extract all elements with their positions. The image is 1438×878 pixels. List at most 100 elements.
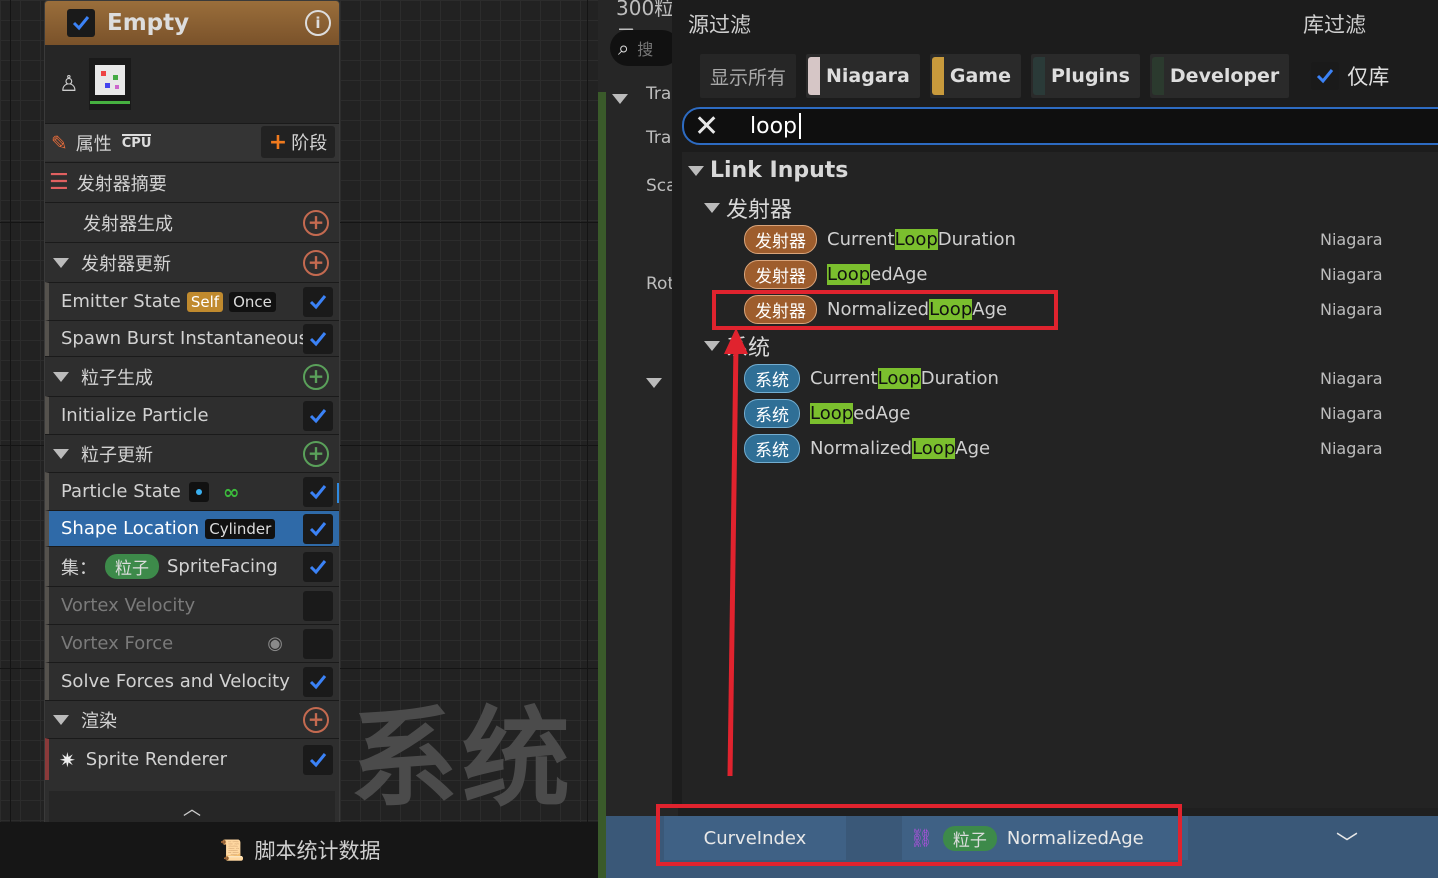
module-label: Particle State bbox=[61, 481, 181, 502]
show-all-button[interactable]: 显示所有 bbox=[700, 54, 797, 98]
result-item[interactable]: 系统 NormalizedLoopAge Niagara bbox=[682, 431, 1438, 465]
emitter-thumbnail[interactable] bbox=[88, 58, 131, 110]
result-source: Niagara bbox=[1320, 299, 1383, 319]
particle-chip: 粒子 bbox=[105, 554, 159, 579]
module-enabled-checkbox[interactable] bbox=[303, 744, 333, 775]
module-enabled-checkbox[interactable] bbox=[303, 513, 333, 544]
collapse-arrow-icon[interactable] bbox=[53, 448, 69, 459]
particle-spawn-label: 粒子生成 bbox=[81, 367, 153, 389]
result-item[interactable]: 发射器 LoopedAge Niagara bbox=[682, 257, 1438, 291]
color-swatch bbox=[1151, 57, 1164, 95]
module-initialize-particle[interactable]: Initialize Particle bbox=[45, 396, 339, 434]
rot-label: Rot bbox=[646, 274, 675, 294]
collapse-arrow-icon[interactable] bbox=[612, 94, 628, 104]
module-enabled-checkbox[interactable] bbox=[303, 286, 333, 317]
set-prefix: 集： bbox=[61, 557, 97, 579]
filter-niagara[interactable]: Niagara bbox=[806, 54, 920, 98]
module-label: Vortex Velocity bbox=[61, 595, 196, 616]
result-source: Niagara bbox=[1320, 368, 1383, 388]
particle-update-row[interactable]: 粒子更新 + bbox=[45, 434, 339, 472]
emitter-spawn-row[interactable]: 发射器生成 + bbox=[45, 202, 339, 242]
eye-icon[interactable]: ◉ bbox=[267, 633, 283, 654]
check-icon bbox=[309, 752, 327, 767]
add-module-button[interactable]: + bbox=[303, 209, 329, 236]
search-hint: 搜 bbox=[637, 40, 654, 59]
namespace-chip: 发射器 bbox=[744, 259, 817, 289]
module-vortex-velocity[interactable]: Vortex Velocity bbox=[45, 586, 339, 624]
add-module-button[interactable]: + bbox=[303, 249, 329, 276]
check-icon bbox=[309, 484, 327, 499]
result-name: LoopedAge bbox=[827, 263, 928, 285]
script-stats-bar[interactable]: 📜 脚本统计数据 bbox=[0, 822, 600, 878]
emitter-summary-row[interactable]: ☰ 发射器摘要 bbox=[45, 162, 339, 202]
person-icon: ♙ bbox=[59, 71, 79, 97]
filter-developer[interactable]: Developer bbox=[1149, 54, 1290, 98]
collapse-arrow-icon bbox=[704, 203, 720, 213]
properties-row[interactable]: ✎ 属性 CPU + 阶段 bbox=[45, 123, 339, 161]
add-renderer-button[interactable]: + bbox=[303, 706, 329, 733]
add-module-button[interactable]: + bbox=[303, 440, 329, 467]
emitter-update-row[interactable]: 发射器更新 + bbox=[45, 242, 339, 282]
result-name: CurrentLoopDuration bbox=[827, 228, 1016, 250]
collapse-arrow-icon[interactable] bbox=[646, 378, 662, 388]
emitter-node[interactable]: Empty i ♙ ✎ 属性 CPU + 阶段 ☰ 发射器摘要 发射器生成 + … bbox=[44, 0, 340, 830]
library-only-checkbox[interactable] bbox=[1311, 62, 1340, 90]
results-list[interactable]: Link Inputs 发射器 发射器 CurrentLoopDuration … bbox=[682, 152, 1438, 808]
collapse-node-button[interactable]: ︿ bbox=[49, 791, 335, 825]
clear-search-icon[interactable]: ✕ bbox=[694, 109, 724, 144]
module-spawn-burst[interactable]: Spawn Burst Instantaneous bbox=[45, 320, 339, 356]
category-link-inputs[interactable]: Link Inputs bbox=[688, 158, 848, 183]
parameter-picker-popup[interactable]: 源过滤 库过滤 显示所有 Niagara Game Plugins Develo… bbox=[672, 0, 1438, 808]
check-icon bbox=[72, 16, 90, 31]
result-item[interactable]: 系统 LoopedAge Niagara bbox=[682, 396, 1438, 430]
module-solve-forces[interactable]: Solve Forces and Velocity bbox=[45, 662, 339, 700]
module-emitter-state[interactable]: Emitter State Self Once bbox=[45, 282, 339, 320]
search-input[interactable]: ✕ loop bbox=[682, 107, 1438, 145]
chevron-down-icon[interactable]: ﹀ bbox=[1336, 826, 1358, 858]
list-icon: ☰ bbox=[49, 170, 69, 195]
module-enabled-checkbox[interactable] bbox=[303, 628, 333, 659]
self-tag: Self bbox=[186, 291, 224, 312]
module-set-sprite-facing[interactable]: 集： 粒子 SpriteFacing bbox=[45, 546, 339, 586]
module-enabled-checkbox[interactable] bbox=[303, 400, 333, 431]
result-item[interactable]: 发射器 CurrentLoopDuration Niagara bbox=[682, 222, 1438, 256]
check-icon bbox=[309, 559, 327, 574]
particle-spawn-row[interactable]: 粒子生成 + bbox=[45, 356, 339, 396]
library-only-toggle[interactable]: 仅库 bbox=[1311, 61, 1389, 91]
collapse-arrow-icon[interactable] bbox=[53, 371, 69, 382]
add-stage-button[interactable]: + 阶段 bbox=[261, 126, 335, 158]
module-enabled-checkbox[interactable] bbox=[303, 590, 333, 621]
module-enabled-checkbox[interactable] bbox=[303, 666, 333, 697]
filter-game[interactable]: Game bbox=[929, 54, 1021, 98]
result-source: Niagara bbox=[1320, 264, 1383, 284]
category-emitter[interactable]: 发射器 bbox=[704, 192, 792, 224]
collapse-arrow-icon[interactable] bbox=[53, 714, 69, 725]
collapse-arrow-icon[interactable] bbox=[53, 257, 69, 268]
render-row[interactable]: 渲染 + bbox=[45, 700, 339, 738]
check-icon bbox=[1317, 69, 1334, 84]
add-module-button[interactable]: + bbox=[303, 363, 329, 390]
result-item[interactable]: 系统 CurrentLoopDuration Niagara bbox=[682, 361, 1438, 395]
module-enabled-checkbox[interactable] bbox=[303, 476, 333, 507]
module-particle-state[interactable]: Particle State ∞ bbox=[45, 472, 339, 510]
module-shape-location[interactable]: Shape Location Cylinder bbox=[45, 510, 339, 546]
module-enabled-checkbox[interactable] bbox=[303, 551, 333, 582]
info-icon[interactable]: i bbox=[305, 10, 331, 36]
color-swatch bbox=[1032, 57, 1045, 95]
module-vortex-force[interactable]: Vortex Force ◉ bbox=[45, 624, 339, 662]
emitter-update-label: 发射器更新 bbox=[81, 253, 171, 275]
pencil-icon: ✎ bbox=[51, 130, 68, 155]
module-sprite-renderer[interactable]: ✷ Sprite Renderer bbox=[45, 738, 339, 780]
color-swatch bbox=[808, 57, 821, 95]
result-name: LoopedAge bbox=[810, 402, 911, 424]
search-value: loop bbox=[750, 113, 797, 139]
emitter-enabled-checkbox[interactable] bbox=[67, 9, 95, 37]
node-header[interactable]: Empty i bbox=[45, 1, 339, 45]
filter-plugins[interactable]: Plugins bbox=[1030, 54, 1140, 98]
search-box-partial[interactable]: ⌕ 搜 bbox=[610, 30, 680, 66]
result-name: CurrentLoopDuration bbox=[810, 367, 999, 389]
filter-label: Niagara bbox=[826, 65, 910, 87]
module-enabled-checkbox[interactable] bbox=[303, 323, 333, 354]
result-source: Niagara bbox=[1320, 403, 1383, 423]
details-panel-strip: 300粒子 ⌕ 搜 Tra Tra Sca Rot bbox=[598, 0, 680, 878]
